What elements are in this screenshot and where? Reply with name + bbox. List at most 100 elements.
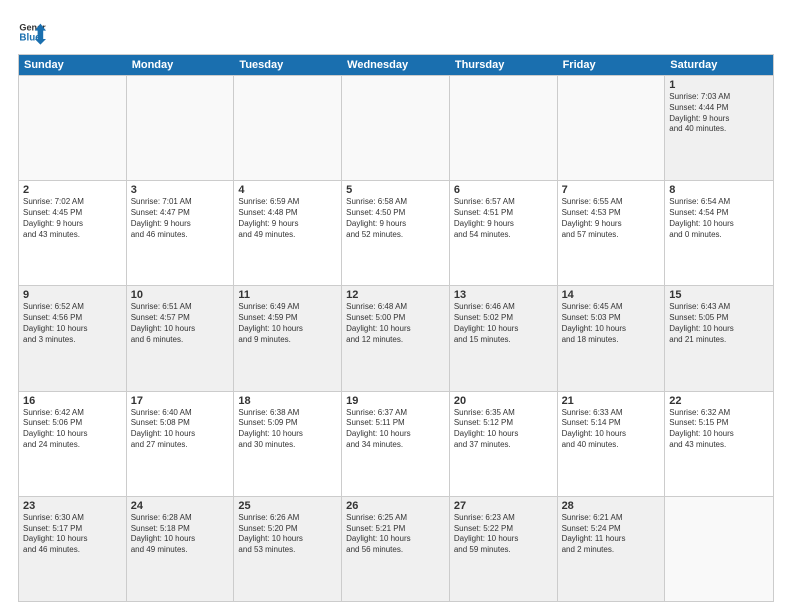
day-number: 19 <box>346 395 445 407</box>
calendar-cell: 12Sunrise: 6:48 AM Sunset: 5:00 PM Dayli… <box>342 286 450 390</box>
day-info: Sunrise: 6:48 AM Sunset: 5:00 PM Dayligh… <box>346 302 445 345</box>
day-info: Sunrise: 6:59 AM Sunset: 4:48 PM Dayligh… <box>238 197 337 240</box>
day-number: 18 <box>238 395 337 407</box>
calendar-header: SundayMondayTuesdayWednesdayThursdayFrid… <box>19 55 773 75</box>
day-info: Sunrise: 6:30 AM Sunset: 5:17 PM Dayligh… <box>23 513 122 556</box>
calendar-cell: 4Sunrise: 6:59 AM Sunset: 4:48 PM Daylig… <box>234 181 342 285</box>
day-number: 6 <box>454 184 553 196</box>
day-info: Sunrise: 7:02 AM Sunset: 4:45 PM Dayligh… <box>23 197 122 240</box>
day-number: 12 <box>346 289 445 301</box>
calendar-cell: 9Sunrise: 6:52 AM Sunset: 4:56 PM Daylig… <box>19 286 127 390</box>
calendar-cell: 16Sunrise: 6:42 AM Sunset: 5:06 PM Dayli… <box>19 392 127 496</box>
day-info: Sunrise: 6:43 AM Sunset: 5:05 PM Dayligh… <box>669 302 769 345</box>
calendar-cell: 22Sunrise: 6:32 AM Sunset: 5:15 PM Dayli… <box>665 392 773 496</box>
logo-icon: General Blue <box>18 18 46 46</box>
day-number: 15 <box>669 289 769 301</box>
day-info: Sunrise: 6:33 AM Sunset: 5:14 PM Dayligh… <box>562 408 661 451</box>
calendar-cell: 1Sunrise: 7:03 AM Sunset: 4:44 PM Daylig… <box>665 76 773 180</box>
header-day-thursday: Thursday <box>450 55 558 75</box>
calendar-cell: 26Sunrise: 6:25 AM Sunset: 5:21 PM Dayli… <box>342 497 450 601</box>
calendar-cell: 7Sunrise: 6:55 AM Sunset: 4:53 PM Daylig… <box>558 181 666 285</box>
header-day-sunday: Sunday <box>19 55 127 75</box>
day-info: Sunrise: 6:35 AM Sunset: 5:12 PM Dayligh… <box>454 408 553 451</box>
calendar-cell <box>450 76 558 180</box>
day-number: 25 <box>238 500 337 512</box>
calendar-cell: 21Sunrise: 6:33 AM Sunset: 5:14 PM Dayli… <box>558 392 666 496</box>
calendar-cell <box>19 76 127 180</box>
day-info: Sunrise: 6:25 AM Sunset: 5:21 PM Dayligh… <box>346 513 445 556</box>
calendar-cell <box>127 76 235 180</box>
calendar-cell: 23Sunrise: 6:30 AM Sunset: 5:17 PM Dayli… <box>19 497 127 601</box>
day-info: Sunrise: 6:26 AM Sunset: 5:20 PM Dayligh… <box>238 513 337 556</box>
day-number: 13 <box>454 289 553 301</box>
calendar-cell: 15Sunrise: 6:43 AM Sunset: 5:05 PM Dayli… <box>665 286 773 390</box>
day-info: Sunrise: 6:58 AM Sunset: 4:50 PM Dayligh… <box>346 197 445 240</box>
calendar-row-4: 16Sunrise: 6:42 AM Sunset: 5:06 PM Dayli… <box>19 391 773 496</box>
day-number: 27 <box>454 500 553 512</box>
calendar-cell <box>665 497 773 601</box>
day-number: 3 <box>131 184 230 196</box>
day-info: Sunrise: 6:45 AM Sunset: 5:03 PM Dayligh… <box>562 302 661 345</box>
day-info: Sunrise: 7:01 AM Sunset: 4:47 PM Dayligh… <box>131 197 230 240</box>
header-day-tuesday: Tuesday <box>234 55 342 75</box>
calendar-row-3: 9Sunrise: 6:52 AM Sunset: 4:56 PM Daylig… <box>19 285 773 390</box>
day-number: 16 <box>23 395 122 407</box>
calendar-cell: 11Sunrise: 6:49 AM Sunset: 4:59 PM Dayli… <box>234 286 342 390</box>
day-info: Sunrise: 6:42 AM Sunset: 5:06 PM Dayligh… <box>23 408 122 451</box>
calendar-cell: 6Sunrise: 6:57 AM Sunset: 4:51 PM Daylig… <box>450 181 558 285</box>
day-info: Sunrise: 6:37 AM Sunset: 5:11 PM Dayligh… <box>346 408 445 451</box>
day-number: 23 <box>23 500 122 512</box>
calendar-cell: 28Sunrise: 6:21 AM Sunset: 5:24 PM Dayli… <box>558 497 666 601</box>
header-day-friday: Friday <box>558 55 666 75</box>
day-info: Sunrise: 6:57 AM Sunset: 4:51 PM Dayligh… <box>454 197 553 240</box>
day-number: 10 <box>131 289 230 301</box>
day-number: 8 <box>669 184 769 196</box>
calendar-cell: 5Sunrise: 6:58 AM Sunset: 4:50 PM Daylig… <box>342 181 450 285</box>
day-number: 21 <box>562 395 661 407</box>
calendar-row-5: 23Sunrise: 6:30 AM Sunset: 5:17 PM Dayli… <box>19 496 773 601</box>
day-info: Sunrise: 6:52 AM Sunset: 4:56 PM Dayligh… <box>23 302 122 345</box>
calendar-row-2: 2Sunrise: 7:02 AM Sunset: 4:45 PM Daylig… <box>19 180 773 285</box>
day-info: Sunrise: 6:40 AM Sunset: 5:08 PM Dayligh… <box>131 408 230 451</box>
day-number: 11 <box>238 289 337 301</box>
calendar-cell: 25Sunrise: 6:26 AM Sunset: 5:20 PM Dayli… <box>234 497 342 601</box>
calendar-cell: 20Sunrise: 6:35 AM Sunset: 5:12 PM Dayli… <box>450 392 558 496</box>
calendar-cell <box>342 76 450 180</box>
day-number: 14 <box>562 289 661 301</box>
day-number: 24 <box>131 500 230 512</box>
logo: General Blue <box>18 18 46 46</box>
day-number: 17 <box>131 395 230 407</box>
calendar-cell: 24Sunrise: 6:28 AM Sunset: 5:18 PM Dayli… <box>127 497 235 601</box>
day-number: 9 <box>23 289 122 301</box>
day-number: 26 <box>346 500 445 512</box>
calendar-body: 1Sunrise: 7:03 AM Sunset: 4:44 PM Daylig… <box>19 75 773 601</box>
header-day-monday: Monday <box>127 55 235 75</box>
header-day-saturday: Saturday <box>665 55 773 75</box>
calendar-cell: 18Sunrise: 6:38 AM Sunset: 5:09 PM Dayli… <box>234 392 342 496</box>
day-number: 7 <box>562 184 661 196</box>
day-info: Sunrise: 6:38 AM Sunset: 5:09 PM Dayligh… <box>238 408 337 451</box>
day-info: Sunrise: 6:55 AM Sunset: 4:53 PM Dayligh… <box>562 197 661 240</box>
day-number: 22 <box>669 395 769 407</box>
day-number: 28 <box>562 500 661 512</box>
calendar-cell: 19Sunrise: 6:37 AM Sunset: 5:11 PM Dayli… <box>342 392 450 496</box>
calendar-cell: 3Sunrise: 7:01 AM Sunset: 4:47 PM Daylig… <box>127 181 235 285</box>
calendar-cell: 2Sunrise: 7:02 AM Sunset: 4:45 PM Daylig… <box>19 181 127 285</box>
day-number: 20 <box>454 395 553 407</box>
day-info: Sunrise: 6:28 AM Sunset: 5:18 PM Dayligh… <box>131 513 230 556</box>
calendar-cell: 14Sunrise: 6:45 AM Sunset: 5:03 PM Dayli… <box>558 286 666 390</box>
day-number: 1 <box>669 79 769 91</box>
calendar-cell: 8Sunrise: 6:54 AM Sunset: 4:54 PM Daylig… <box>665 181 773 285</box>
day-info: Sunrise: 6:51 AM Sunset: 4:57 PM Dayligh… <box>131 302 230 345</box>
day-number: 4 <box>238 184 337 196</box>
calendar-cell: 13Sunrise: 6:46 AM Sunset: 5:02 PM Dayli… <box>450 286 558 390</box>
day-info: Sunrise: 6:49 AM Sunset: 4:59 PM Dayligh… <box>238 302 337 345</box>
header: General Blue <box>18 18 774 46</box>
day-number: 2 <box>23 184 122 196</box>
header-day-wednesday: Wednesday <box>342 55 450 75</box>
day-info: Sunrise: 6:21 AM Sunset: 5:24 PM Dayligh… <box>562 513 661 556</box>
day-number: 5 <box>346 184 445 196</box>
calendar-cell: 17Sunrise: 6:40 AM Sunset: 5:08 PM Dayli… <box>127 392 235 496</box>
day-info: Sunrise: 6:32 AM Sunset: 5:15 PM Dayligh… <box>669 408 769 451</box>
day-info: Sunrise: 6:46 AM Sunset: 5:02 PM Dayligh… <box>454 302 553 345</box>
